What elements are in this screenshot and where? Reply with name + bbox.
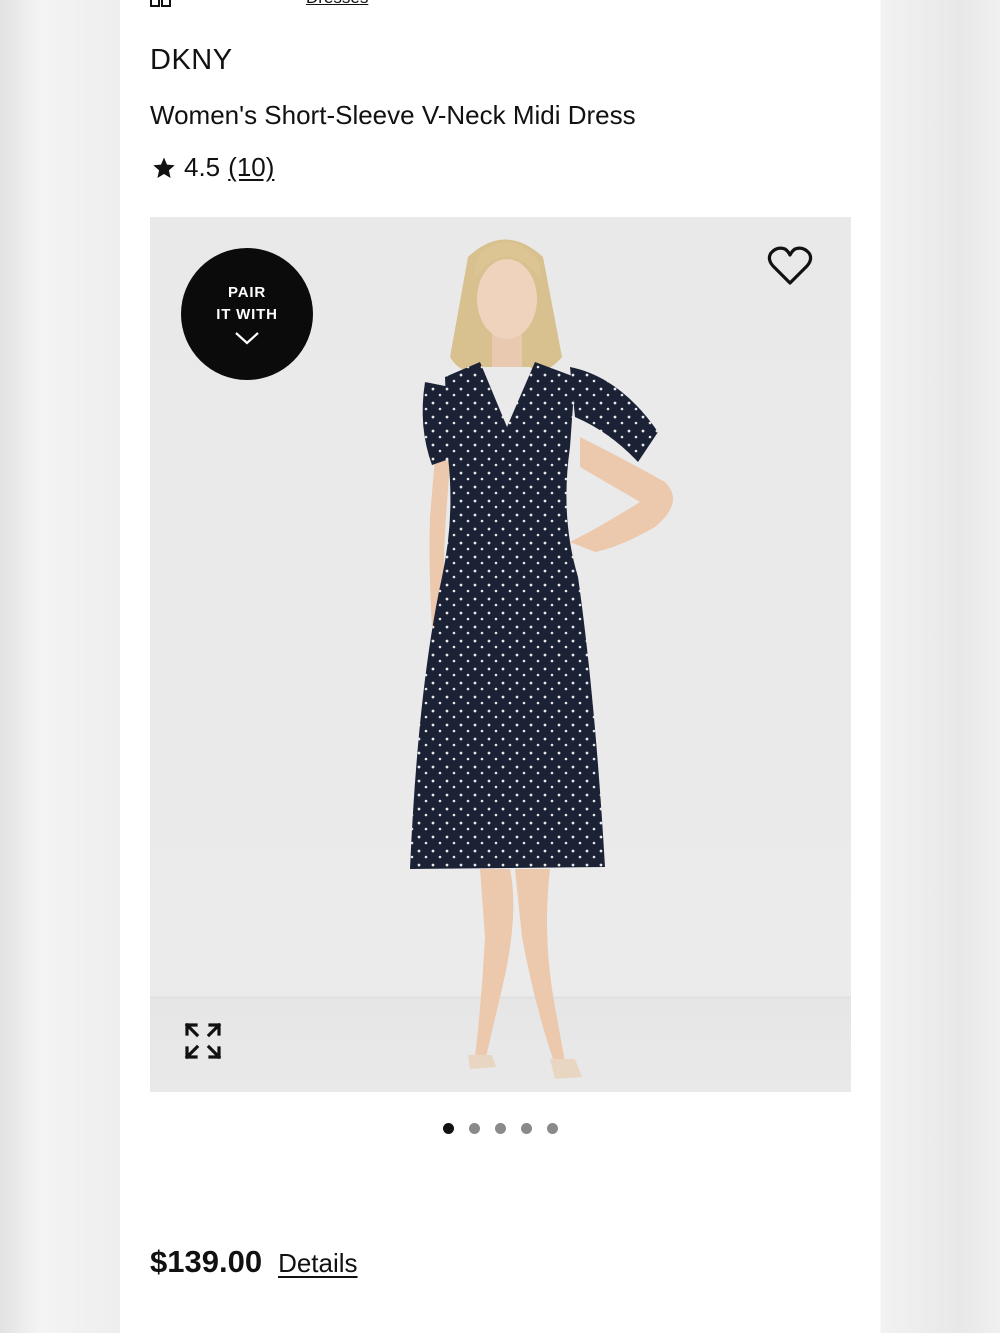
- price-row: $139.00 Details: [150, 1244, 358, 1280]
- details-link[interactable]: Details: [278, 1248, 357, 1279]
- brand-name[interactable]: DKNY: [150, 44, 233, 77]
- review-count[interactable]: (10): [228, 152, 274, 182]
- pair-it-with-button[interactable]: PAIR IT WITH: [181, 248, 313, 380]
- product-title: Women's Short-Sleeve V-Neck Midi Dress: [150, 100, 636, 130]
- gallery-dot-2[interactable]: [468, 1123, 480, 1134]
- product-price: $139.00: [150, 1244, 263, 1279]
- grid-icon[interactable]: [150, 0, 172, 7]
- heart-outline-icon[interactable]: [767, 245, 813, 287]
- pair-badge-line1: PAIR: [228, 284, 266, 301]
- pair-badge-line2: IT WITH: [216, 306, 278, 323]
- rating-value: 4.5: [184, 152, 221, 182]
- product-rating[interactable]: 4.5 (10): [152, 152, 274, 183]
- gallery-pagination: [120, 1123, 880, 1134]
- chevron-down-icon: [235, 332, 259, 345]
- gallery-dot-3[interactable]: [494, 1123, 506, 1134]
- product-image-gallery[interactable]: PAIR IT WITH: [150, 217, 851, 1092]
- review-count-link[interactable]: (10): [228, 152, 274, 183]
- gallery-dot-1[interactable]: [442, 1123, 454, 1134]
- breadcrumb-link[interactable]: Dresses: [306, 0, 368, 8]
- star-icon: [153, 157, 175, 178]
- product-page: Dresses DKNY Women's Short-Sleeve V-Neck…: [120, 0, 880, 1333]
- gallery-dot-4[interactable]: [520, 1123, 532, 1134]
- breadcrumb: Dresses: [150, 0, 368, 8]
- gallery-dot-5[interactable]: [546, 1123, 558, 1134]
- expand-arrows-icon[interactable]: [182, 1020, 224, 1062]
